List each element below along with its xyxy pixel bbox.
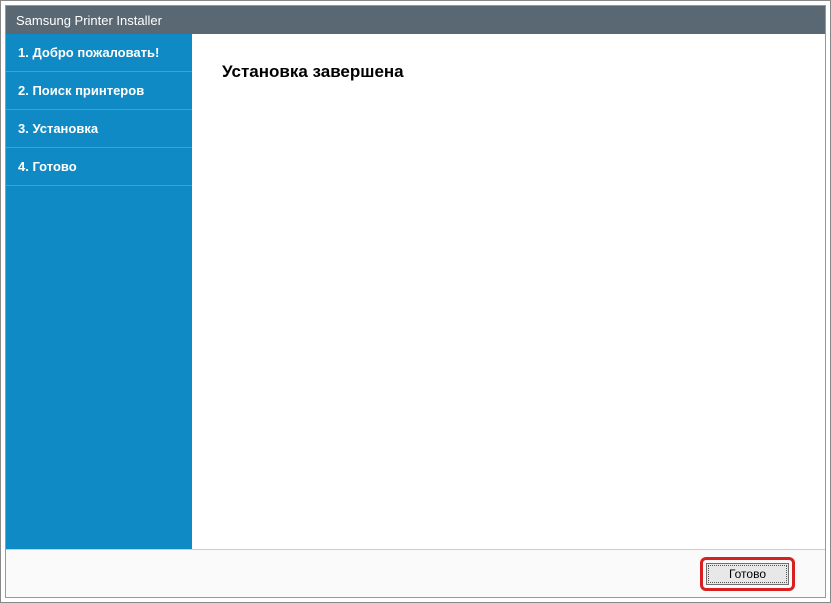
window-outer: Samsung Printer Installer 1. Добро пожал… [0,0,831,603]
page-title: Установка завершена [222,62,795,82]
sidebar-item-label: 4. Готово [18,159,77,174]
window-title: Samsung Printer Installer [16,13,162,28]
main-panel: Установка завершена [192,34,825,549]
installer-window: Samsung Printer Installer 1. Добро пожал… [5,5,826,598]
sidebar-item-label: 1. Добро пожаловать! [18,45,159,60]
titlebar: Samsung Printer Installer [6,6,825,34]
sidebar-item-label: 2. Поиск принтеров [18,83,144,98]
content-area: 1. Добро пожаловать! 2. Поиск принтеров … [6,34,825,549]
sidebar-step-search: 2. Поиск принтеров [6,72,192,110]
sidebar-step-install: 3. Установка [6,110,192,148]
highlight-annotation: Готово [700,557,795,591]
sidebar-step-finish: 4. Готово [6,148,192,186]
sidebar: 1. Добро пожаловать! 2. Поиск принтеров … [6,34,192,549]
finish-button[interactable]: Готово [706,563,789,585]
sidebar-step-welcome: 1. Добро пожаловать! [6,34,192,72]
sidebar-item-label: 3. Установка [18,121,98,136]
footer: Готово [6,549,825,597]
